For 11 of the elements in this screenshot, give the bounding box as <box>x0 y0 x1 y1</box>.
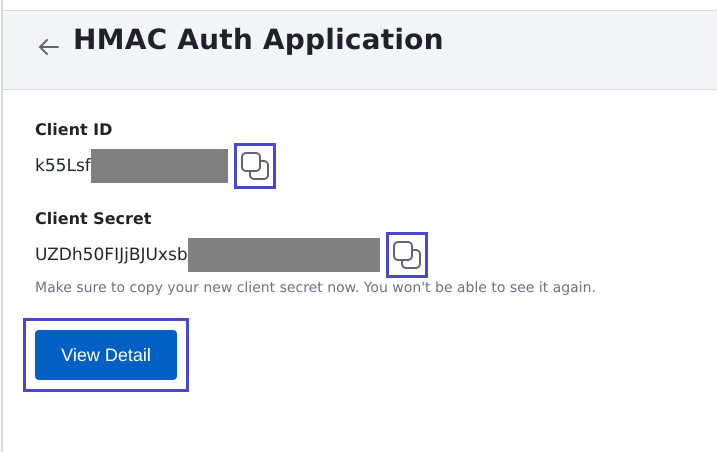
copy-button[interactable] <box>234 143 276 189</box>
hint-text: Make sure to copy your new client secret now. You won't be able to see it again. <box>35 280 597 296</box>
field-label: Client ID <box>35 120 114 139</box>
copy-button[interactable] <box>386 232 428 278</box>
field-label: Client Secret <box>35 209 152 228</box>
view-detail-button[interactable]: View Detail <box>35 330 177 380</box>
copy-icon <box>392 240 422 270</box>
copy-icon <box>240 151 270 181</box>
page-title: HMAC Auth Application <box>73 23 444 56</box>
field-value: UZDh50FIJjBJUxsb <box>35 245 188 265</box>
field-value: k55Lsf <box>35 156 91 176</box>
